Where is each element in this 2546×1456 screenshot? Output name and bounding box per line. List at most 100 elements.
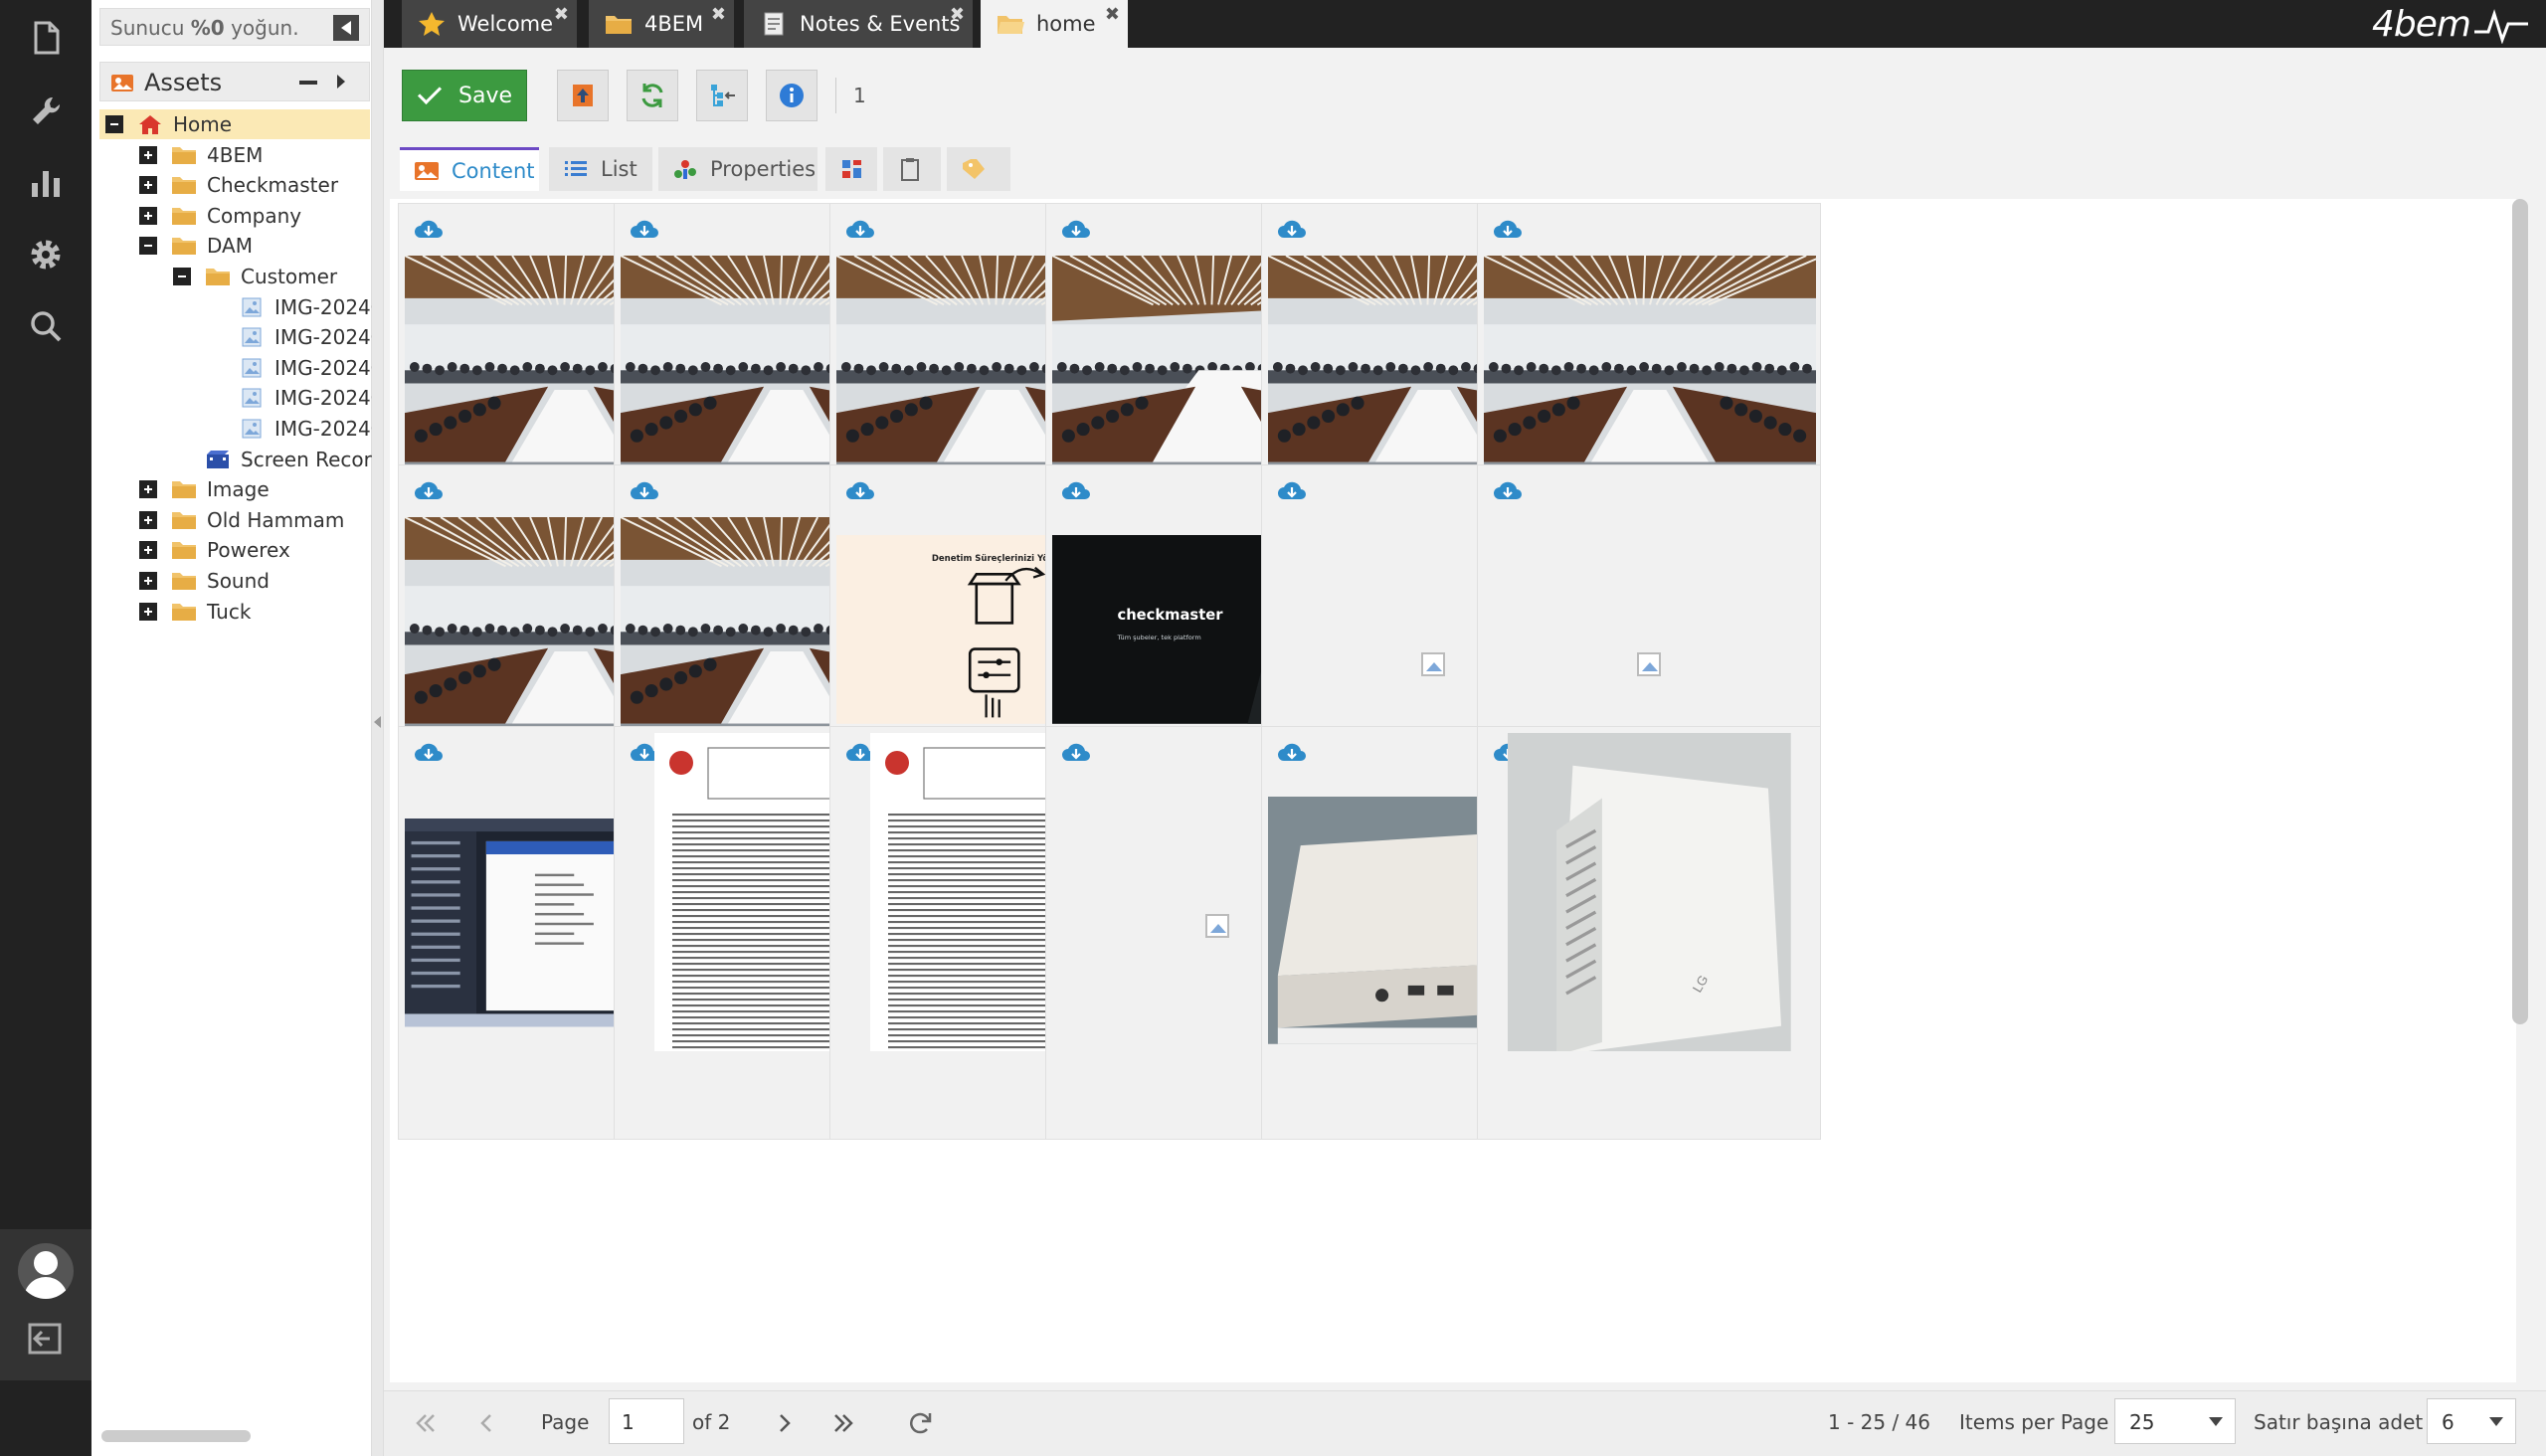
cloud-download-icon[interactable]: [1060, 477, 1092, 503]
grid-scrollbar[interactable]: [2512, 199, 2528, 1024]
tree-node-label: IMG-2024C: [274, 355, 385, 380]
wrench-icon[interactable]: [26, 91, 66, 131]
tree-node[interactable]: IMG-2024C: [201, 322, 385, 352]
save-button[interactable]: Save: [402, 70, 527, 121]
bar-chart-icon[interactable]: [26, 163, 66, 203]
cloud-download-icon[interactable]: [413, 739, 445, 765]
expand-icon[interactable]: [139, 145, 157, 164]
close-icon[interactable]: ✖: [950, 4, 965, 25]
subtab-tags[interactable]: [947, 147, 1010, 191]
refresh-icon[interactable]: [905, 1408, 935, 1438]
close-icon[interactable]: ✖: [711, 4, 726, 25]
subtab-clipboard[interactable]: [883, 147, 941, 191]
next-page-icon[interactable]: [770, 1408, 800, 1438]
subtab-list[interactable]: List: [549, 147, 652, 191]
subtab-properties[interactable]: Properties: [658, 147, 818, 191]
prev-page-icon[interactable]: [471, 1408, 501, 1438]
server-status-suffix: yoğun.: [224, 16, 299, 40]
expand-icon[interactable]: [139, 176, 157, 195]
expand-icon[interactable]: [139, 480, 157, 499]
per-row-select[interactable]: 6: [2427, 1398, 2516, 1444]
collapse-icon[interactable]: [139, 237, 157, 256]
tree-node[interactable]: Company: [133, 201, 370, 231]
expand-icon[interactable]: [139, 206, 157, 225]
server-status-prefix: Sunucu: [110, 16, 191, 40]
tree-node[interactable]: Old Hammam: [133, 505, 370, 535]
upload-button[interactable]: [557, 70, 609, 121]
document-icon[interactable]: [26, 18, 66, 58]
tree-locate-button[interactable]: [696, 70, 748, 121]
tree-node[interactable]: Powerex: [133, 535, 370, 565]
items-per-page-select[interactable]: 25: [2114, 1398, 2236, 1444]
cloud-download-icon[interactable]: [844, 477, 876, 503]
properties-icon: [674, 160, 696, 179]
cloud-download-icon[interactable]: [629, 477, 660, 503]
check-icon: [417, 80, 443, 105]
expand-icon[interactable]: [139, 572, 157, 590]
cloud-download-icon[interactable]: [1060, 739, 1092, 765]
last-page-icon[interactable]: [829, 1408, 859, 1438]
tree-node[interactable]: IMG-2024C: [201, 292, 385, 322]
tree-node[interactable]: Screen Record: [167, 445, 384, 474]
tab-notes-events[interactable]: Notes & Events ✖: [744, 0, 973, 48]
cloud-download-icon[interactable]: [844, 216, 876, 242]
expand-icon[interactable]: [139, 541, 157, 560]
close-icon[interactable]: ✖: [554, 4, 569, 25]
gear-icon[interactable]: [26, 235, 66, 274]
collapse-all-button[interactable]: [299, 81, 317, 85]
tab-home[interactable]: home ✖: [981, 0, 1128, 48]
cloud-download-icon[interactable]: [1276, 739, 1308, 765]
tree-node[interactable]: IMG-2024C: [201, 414, 385, 444]
tab-4bem[interactable]: 4BEM ✖: [589, 0, 734, 48]
asset-thumbnail[interactable]: LG: [1508, 733, 1792, 1051]
expand-arrow-button[interactable]: [337, 75, 345, 89]
info-button[interactable]: [766, 70, 818, 121]
logout-icon[interactable]: [26, 1319, 66, 1359]
expand-icon[interactable]: [139, 510, 157, 529]
server-status: Sunucu %0 yoğun.: [99, 8, 370, 46]
tree-node[interactable]: Checkmaster: [133, 170, 370, 200]
tree-node[interactable]: Sound: [133, 566, 370, 596]
refresh-button[interactable]: [627, 70, 678, 121]
avatar[interactable]: [18, 1243, 74, 1299]
cloud-download-icon[interactable]: [1492, 477, 1524, 503]
asset-card[interactable]: LG: [1477, 726, 1821, 1140]
tree-node[interactable]: Home: [99, 109, 370, 139]
upload-icon: [573, 85, 593, 106]
page-input[interactable]: 1: [609, 1398, 684, 1444]
tree-node[interactable]: IMG-2024C: [201, 383, 385, 413]
image-file-icon: [239, 387, 265, 409]
cloud-download-icon[interactable]: [1060, 216, 1092, 242]
tree-node[interactable]: Customer: [167, 262, 370, 291]
tree-node[interactable]: 4BEM: [133, 140, 370, 170]
tree-locate-icon: [711, 85, 735, 106]
tree-node[interactable]: Image: [133, 474, 370, 504]
close-icon[interactable]: ✖: [1105, 4, 1120, 25]
cloud-download-icon[interactable]: [1492, 216, 1524, 242]
subtab-content[interactable]: Content: [400, 147, 539, 191]
tree-node-label: Old Hammam: [207, 507, 345, 532]
brand-logo: 4bem: [2372, 4, 2532, 45]
first-page-icon[interactable]: [410, 1408, 440, 1438]
collapse-icon[interactable]: [105, 115, 123, 133]
tree-scrollbar[interactable]: [101, 1430, 251, 1442]
folder-icon: [171, 539, 197, 561]
cloud-download-icon[interactable]: [413, 216, 445, 242]
search-icon[interactable]: [26, 306, 66, 346]
subtab-grid[interactable]: [825, 147, 877, 191]
assets-header: Assets: [99, 62, 370, 101]
panel-splitter[interactable]: [372, 0, 384, 1456]
cloud-download-icon[interactable]: [413, 477, 445, 503]
cloud-download-icon[interactable]: [629, 216, 660, 242]
asset-thumbnail[interactable]: [1484, 256, 1816, 478]
tree-node[interactable]: DAM: [133, 231, 370, 261]
collapse-panel-button[interactable]: [333, 15, 359, 41]
cloud-download-icon[interactable]: [1276, 216, 1308, 242]
tab-welcome[interactable]: Welcome ✖: [402, 0, 577, 48]
tree-node-label: Screen Record: [241, 447, 385, 471]
tree-node[interactable]: IMG-2024C: [201, 353, 385, 383]
cloud-download-icon[interactable]: [1276, 477, 1308, 503]
tree-node[interactable]: Tuck: [133, 597, 370, 627]
collapse-icon[interactable]: [173, 268, 191, 285]
expand-icon[interactable]: [139, 602, 157, 621]
